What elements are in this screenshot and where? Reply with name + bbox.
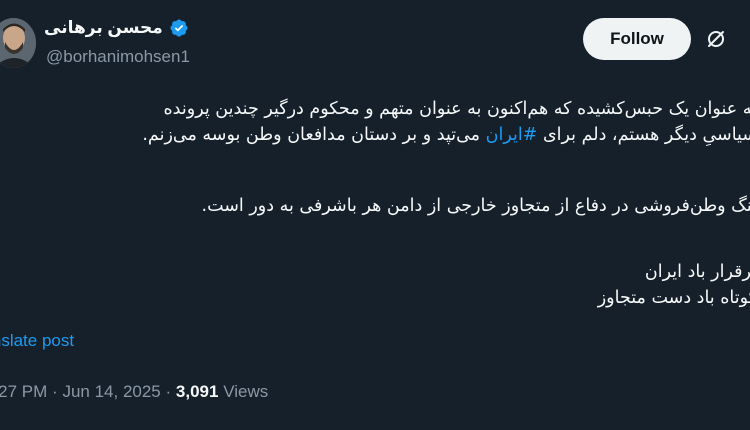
author-avatar[interactable]	[0, 18, 36, 68]
author-name-row: محسن برهانی	[44, 18, 189, 38]
tweet-line-3: ننگ وطن‌فروشی در دفاع از متجاوز خارجی از…	[201, 196, 750, 216]
tweet-line-2: سیاسیِ دیگر هستم، دلم برای #ایران می‌تپد…	[0, 122, 750, 148]
author-handle[interactable]: @borhanimohsen1	[46, 47, 190, 67]
meta-separator-2: ·	[165, 382, 172, 401]
tweet-metadata: 6:27 PM · Jun 14, 2025 · 3,091 Views	[0, 382, 268, 402]
tweet-line-2-end: می‌تپد و بر دستان مدافعان وطن بوسه می‌زن…	[142, 125, 486, 145]
views-count: 3,091	[175, 382, 219, 401]
tweet-line-4: برقرار باد ایران	[644, 262, 750, 282]
tweet-line-5: کوتاه باد دست متجاوز	[597, 288, 750, 308]
tweet-text: به عنوان یک حبس‌کشیده که هم‌اکنون به عنو…	[0, 96, 750, 311]
meta-separator-1: ·	[52, 382, 58, 401]
author-display-name[interactable]: محسن برهانی	[44, 18, 163, 38]
tweet-time[interactable]: 6:27 PM	[0, 382, 47, 401]
grok-slash-circle-icon[interactable]	[706, 29, 726, 49]
views-label: Views	[223, 382, 269, 401]
hashtag-iran-link[interactable]: #ایران	[486, 125, 538, 145]
tweet-line-2-start: سیاسیِ دیگر هستم، دلم برای	[537, 125, 750, 145]
avatar-image	[0, 18, 36, 68]
tweet-line-1: به عنوان یک حبس‌کشیده که هم‌اکنون به عنو…	[163, 99, 750, 119]
tweet-date[interactable]: Jun 14, 2025	[62, 382, 160, 401]
follow-button[interactable]: Follow	[583, 18, 691, 60]
translate-post-link[interactable]: Translate post	[0, 331, 74, 351]
verified-badge-icon	[169, 18, 189, 38]
